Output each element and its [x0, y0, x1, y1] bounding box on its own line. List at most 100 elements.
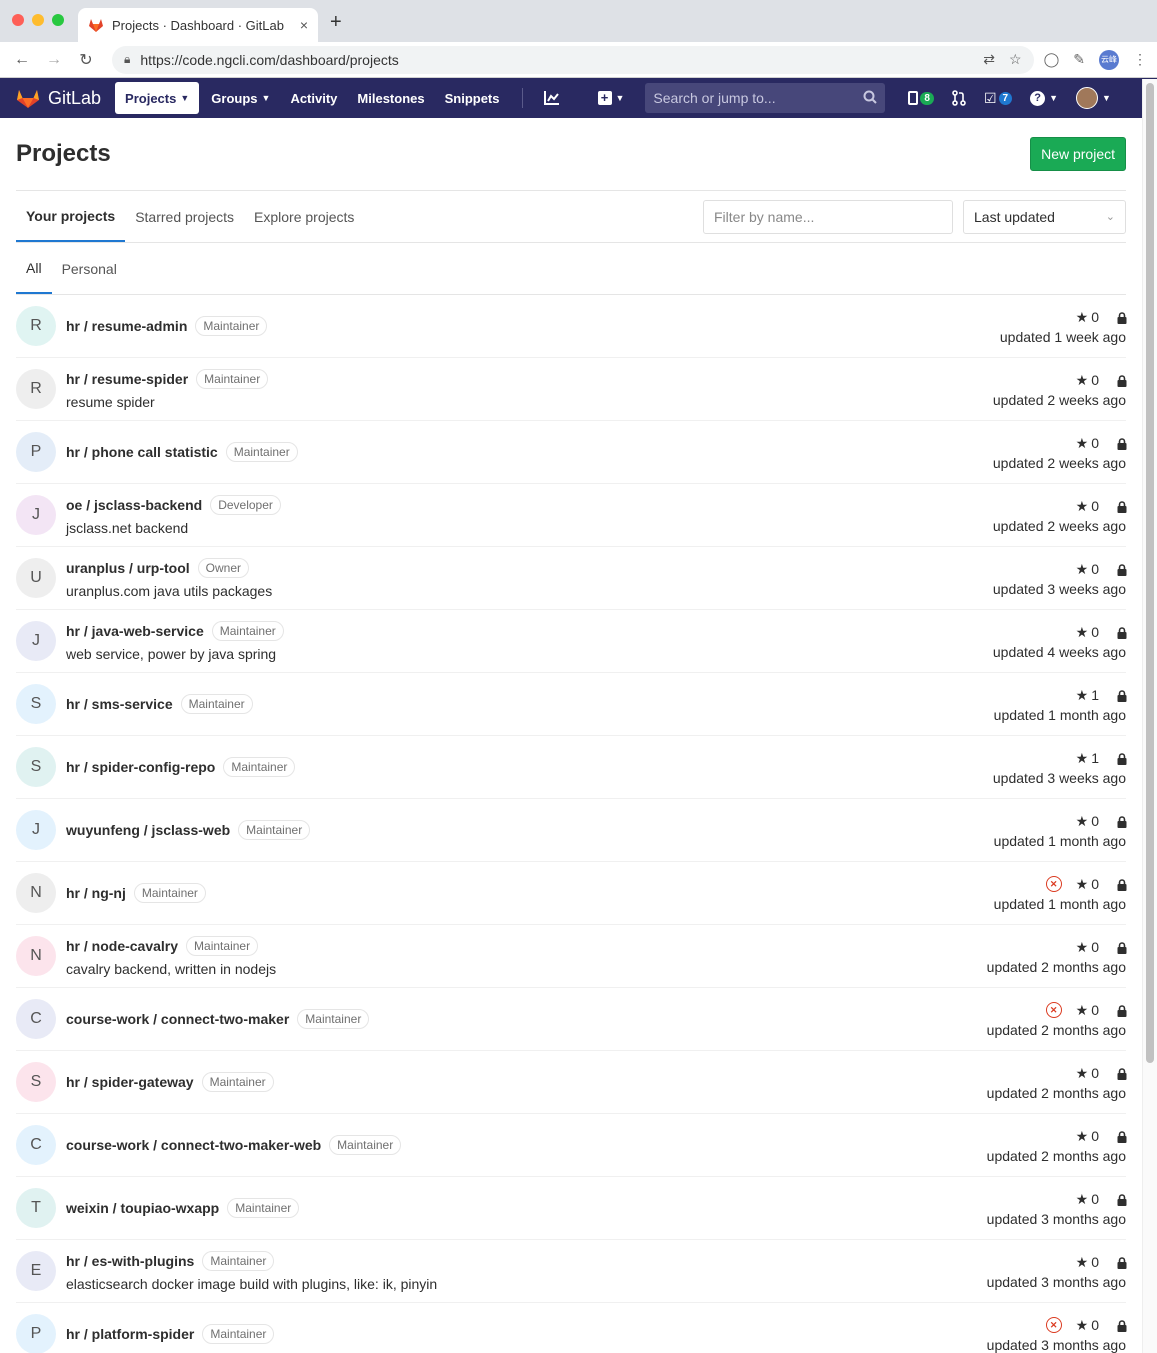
project-row[interactable]: J wuyunfeng / jsclass-web Maintainer ★ 0…: [16, 799, 1127, 862]
project-name-link[interactable]: uranplus / urp-tool: [66, 560, 190, 576]
project-avatar[interactable]: U: [16, 558, 56, 598]
project-row[interactable]: U uranplus / urp-tool Owner uranplus.com…: [16, 547, 1127, 610]
project-name-link[interactable]: weixin / toupiao-wxapp: [66, 1200, 219, 1216]
project-avatar[interactable]: P: [16, 1314, 56, 1353]
maximize-window-button[interactable]: [52, 14, 64, 26]
project-row[interactable]: S hr / sms-service Maintainer ★ 1 update…: [16, 673, 1127, 736]
tab-explore-projects[interactable]: Explore projects: [244, 191, 364, 242]
project-avatar[interactable]: E: [16, 1251, 56, 1291]
project-name-link[interactable]: wuyunfeng / jsclass-web: [66, 822, 230, 838]
project-name-link[interactable]: hr / resume-admin: [66, 318, 187, 334]
project-row[interactable]: S hr / spider-gateway Maintainer ★ 0 upd…: [16, 1051, 1127, 1114]
user-menu-dropdown[interactable]: ▼: [1067, 87, 1120, 109]
star-count[interactable]: 0: [1091, 624, 1099, 640]
tab-your-projects[interactable]: Your projects: [16, 191, 126, 242]
project-avatar[interactable]: S: [16, 684, 56, 724]
project-name-link[interactable]: course-work / connect-two-maker: [66, 1011, 289, 1027]
project-row[interactable]: J hr / java-web-service Maintainer web s…: [16, 610, 1127, 673]
project-avatar[interactable]: C: [16, 1125, 56, 1165]
project-avatar[interactable]: J: [16, 810, 56, 850]
star-count[interactable]: 0: [1091, 1191, 1099, 1207]
star-count[interactable]: 1: [1091, 687, 1099, 703]
star-count[interactable]: 0: [1091, 1317, 1099, 1333]
extension-circle-icon[interactable]: ◯: [1044, 51, 1060, 68]
forward-icon[interactable]: →: [42, 48, 66, 72]
new-tab-button[interactable]: +: [330, 11, 342, 34]
sort-dropdown[interactable]: Last updated ⌄: [963, 199, 1126, 234]
project-avatar[interactable]: S: [16, 1062, 56, 1102]
project-avatar[interactable]: N: [16, 873, 56, 913]
scrollbar-thumb[interactable]: [1146, 83, 1154, 1063]
project-avatar[interactable]: R: [16, 369, 56, 409]
project-row[interactable]: E hr / es-with-plugins Maintainer elasti…: [16, 1240, 1127, 1303]
nav-activity[interactable]: Activity: [280, 82, 347, 114]
project-name-link[interactable]: hr / phone call statistic: [66, 444, 218, 460]
star-count[interactable]: 0: [1091, 876, 1099, 892]
project-avatar[interactable]: J: [16, 621, 56, 661]
star-count[interactable]: 0: [1091, 309, 1099, 325]
star-count[interactable]: 0: [1091, 1065, 1099, 1081]
nav-snippets[interactable]: Snippets: [435, 82, 510, 114]
star-count[interactable]: 0: [1091, 1002, 1099, 1018]
project-name-link[interactable]: hr / node-cavalry: [66, 938, 178, 954]
subtab-all[interactable]: All: [16, 243, 52, 294]
project-row[interactable]: T weixin / toupiao-wxapp Maintainer ★ 0 …: [16, 1177, 1127, 1240]
project-name-link[interactable]: oe / jsclass-backend: [66, 497, 202, 513]
project-name-link[interactable]: hr / spider-gateway: [66, 1074, 194, 1090]
browser-tab[interactable]: Projects · Dashboard · GitLab ×: [78, 8, 318, 42]
star-count[interactable]: 1: [1091, 750, 1099, 766]
help-dropdown[interactable]: ? ▼: [1021, 90, 1067, 106]
tab-starred-projects[interactable]: Starred projects: [125, 191, 244, 242]
project-name-link[interactable]: hr / ng-nj: [66, 885, 126, 901]
project-row[interactable]: R hr / resume-admin Maintainer ★ 0 updat…: [16, 295, 1127, 358]
merge-requests-icon[interactable]: [943, 90, 975, 106]
project-name-link[interactable]: hr / sms-service: [66, 696, 173, 712]
project-row[interactable]: C course-work / connect-two-maker-web Ma…: [16, 1114, 1127, 1177]
project-avatar[interactable]: T: [16, 1188, 56, 1228]
bookmark-star-icon[interactable]: ☆: [1009, 51, 1022, 68]
project-avatar[interactable]: P: [16, 432, 56, 472]
star-count[interactable]: 0: [1091, 1128, 1099, 1144]
browser-menu-icon[interactable]: ⋮: [1133, 51, 1147, 68]
issues-link[interactable]: 8: [899, 91, 943, 105]
address-bar[interactable]: 🔒︎ https://code.ngcli.com/dashboard/proj…: [112, 45, 1034, 74]
pipeline-failed-icon[interactable]: ✕: [1045, 876, 1062, 892]
subtab-personal[interactable]: Personal: [52, 243, 127, 294]
extension-dropper-icon[interactable]: ✎: [1073, 51, 1085, 68]
project-row[interactable]: R hr / resume-spider Maintainer resume s…: [16, 358, 1127, 421]
pipeline-failed-icon[interactable]: ✕: [1045, 1002, 1062, 1018]
project-avatar[interactable]: C: [16, 999, 56, 1039]
page-scrollbar[interactable]: [1142, 79, 1157, 1353]
star-count[interactable]: 0: [1091, 813, 1099, 829]
star-count[interactable]: 0: [1091, 372, 1099, 388]
back-icon[interactable]: ←: [10, 48, 34, 72]
gitlab-logo[interactable]: GitLab: [16, 87, 101, 109]
project-row[interactable]: N hr / node-cavalry Maintainer cavalry b…: [16, 925, 1127, 988]
project-row[interactable]: S hr / spider-config-repo Maintainer ★ 1…: [16, 736, 1127, 799]
minimize-window-button[interactable]: [32, 14, 44, 26]
project-row[interactable]: P hr / platform-spider Maintainer ✕ ★ 0 …: [16, 1303, 1127, 1353]
star-count[interactable]: 0: [1091, 939, 1099, 955]
project-name-link[interactable]: hr / es-with-plugins: [66, 1253, 194, 1269]
project-avatar[interactable]: N: [16, 936, 56, 976]
project-avatar[interactable]: R: [16, 306, 56, 346]
profile-avatar[interactable]: 云峰: [1099, 49, 1119, 70]
close-window-button[interactable]: [12, 14, 24, 26]
new-item-dropdown[interactable]: + ▼: [589, 91, 634, 105]
filter-by-name-input[interactable]: Filter by name...: [703, 199, 953, 234]
project-name-link[interactable]: course-work / connect-two-maker-web: [66, 1137, 321, 1153]
star-count[interactable]: 0: [1091, 561, 1099, 577]
project-row[interactable]: C course-work / connect-two-maker Mainta…: [16, 988, 1127, 1051]
star-count[interactable]: 0: [1091, 435, 1099, 451]
nav-groups[interactable]: Groups ▼: [201, 82, 280, 114]
chart-icon[interactable]: [535, 91, 569, 105]
nav-projects[interactable]: Projects ▼: [115, 82, 200, 114]
star-count[interactable]: 0: [1091, 1254, 1099, 1270]
project-avatar[interactable]: S: [16, 747, 56, 787]
project-name-link[interactable]: hr / platform-spider: [66, 1326, 194, 1342]
new-project-button[interactable]: New project: [1030, 137, 1126, 171]
project-name-link[interactable]: hr / spider-config-repo: [66, 759, 215, 775]
nav-milestones[interactable]: Milestones: [347, 82, 434, 114]
project-avatar[interactable]: J: [16, 495, 56, 535]
project-row[interactable]: N hr / ng-nj Maintainer ✕ ★ 0 updated 1 …: [16, 862, 1127, 925]
